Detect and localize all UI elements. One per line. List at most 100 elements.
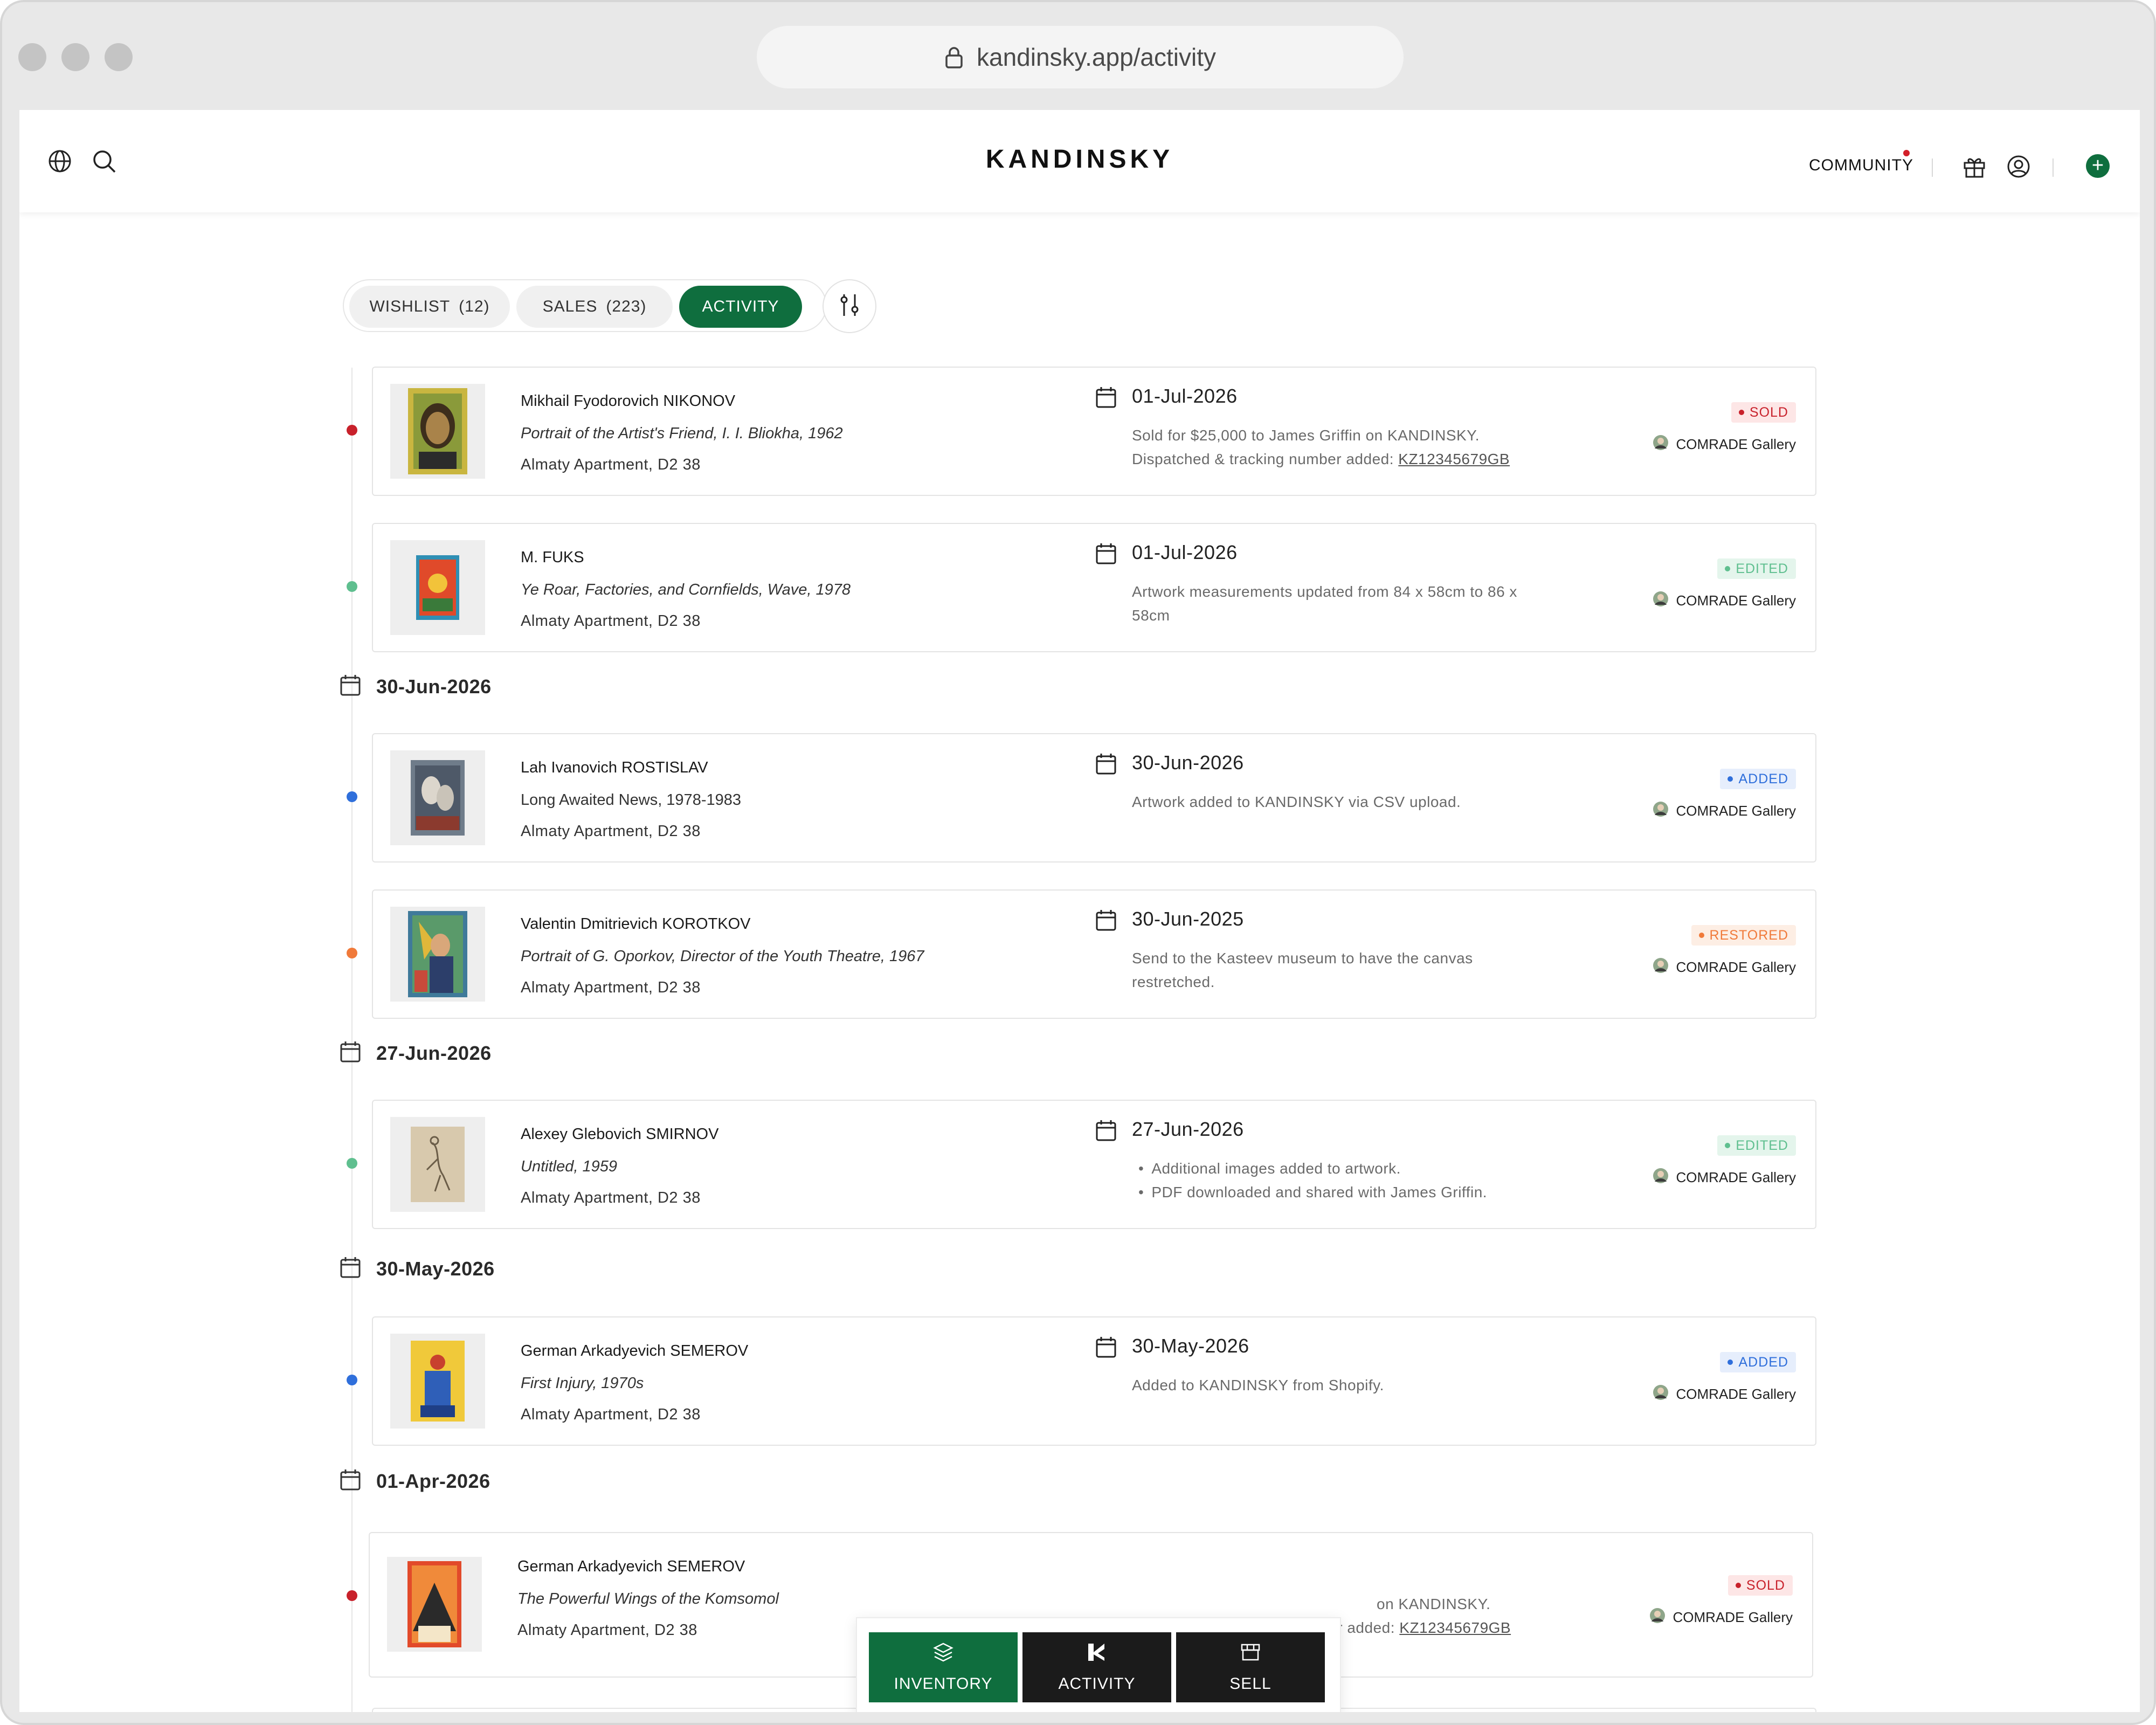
- artwork-location: Almaty Apartment, D2 38: [521, 456, 701, 473]
- group-date: 01-Apr-2026: [376, 1469, 490, 1492]
- gallery-avatar: [1653, 801, 1669, 821]
- status-badge: RESTORED: [1691, 925, 1796, 946]
- artwork-title: Untitled, 1959: [521, 1158, 617, 1175]
- community-link[interactable]: COMMUNITY: [1809, 156, 1913, 175]
- artwork-location: Almaty Apartment, D2 38: [521, 823, 701, 840]
- app-viewport: KANDINSKY COMMUNITY + WISHLIST (12) SALE…: [19, 110, 2140, 1712]
- gallery-tag[interactable]: COMRADE Gallery: [1653, 1168, 1796, 1188]
- artwork-thumbnail: [390, 384, 485, 479]
- event-description: Send to the Kasteev museum to have the c…: [1132, 950, 1473, 990]
- gallery-tag[interactable]: COMRADE Gallery: [1653, 801, 1796, 821]
- date-group-header: 30-Jun-2026: [340, 674, 492, 699]
- status-badge: EDITED: [1717, 1135, 1796, 1156]
- calendar-icon: [1095, 542, 1117, 568]
- artwork-title: Ye Roar, Factories, and Cornfields, Wave…: [521, 581, 851, 598]
- activity-card[interactable]: Valentin Dmitrievich KOROTKOV Portrait o…: [372, 889, 1816, 1019]
- window-zoom-button[interactable]: [105, 43, 133, 71]
- tracking-number-link[interactable]: KZ12345679GB: [1399, 1619, 1511, 1636]
- event-text: Dispatched & tracking number added:: [1132, 451, 1394, 467]
- event-description: Sold for $25,000 to James Griffin on KAN…: [1132, 424, 1563, 471]
- tab-count: (12): [459, 298, 490, 315]
- filter-button[interactable]: [823, 279, 876, 333]
- gallery-tag[interactable]: COMRADE Gallery: [1653, 591, 1796, 611]
- tab-label: ACTIVITY: [702, 298, 779, 315]
- activity-card[interactable]: Alexey Glebovich SMIRNOV Untitled, 1959 …: [372, 1100, 1816, 1229]
- event-date: 01-Jul-2026: [1132, 385, 1238, 407]
- artwork-thumbnail: [390, 750, 485, 845]
- artwork-thumbnail: [387, 1557, 482, 1652]
- tab-wishlist[interactable]: WISHLIST (12): [349, 286, 510, 328]
- activity-card[interactable]: Mikhail Fyodorovich NIKONOV Portrait of …: [372, 367, 1816, 496]
- artist-name: Valentin Dmitrievich KOROTKOV: [521, 915, 751, 933]
- top-bar: KANDINSKY COMMUNITY +: [19, 110, 2140, 212]
- tab-activity[interactable]: ACTIVITY: [679, 286, 802, 328]
- add-button[interactable]: +: [2086, 154, 2110, 178]
- gallery-name: COMRADE Gallery: [1676, 803, 1796, 819]
- gallery-name: COMRADE Gallery: [1676, 959, 1796, 975]
- timeline-dot: [347, 425, 357, 436]
- activity-card[interactable]: M. FUKS Ye Roar, Factories, and Cornfiel…: [372, 523, 1816, 652]
- artwork-thumbnail: [390, 1117, 485, 1212]
- status-badge: ADDED: [1720, 1352, 1796, 1372]
- status-badge: ADDED: [1720, 769, 1796, 789]
- gallery-name: COMRADE Gallery: [1676, 1169, 1796, 1185]
- artwork-title: Portrait of the Artist's Friend, I. I. B…: [521, 425, 843, 442]
- timeline-dot: [347, 1158, 357, 1169]
- timeline-dot: [347, 1375, 357, 1385]
- tracking-number-link[interactable]: KZ12345679GB: [1398, 451, 1510, 467]
- tab-label: WISHLIST: [369, 298, 451, 315]
- calendar-icon: [340, 1040, 361, 1066]
- address-bar[interactable]: kandinsky.app/activity: [757, 26, 1404, 88]
- gallery-tag[interactable]: COMRADE Gallery: [1653, 434, 1796, 454]
- timeline-dot: [347, 581, 357, 592]
- nav-inventory-button[interactable]: INVENTORY: [869, 1632, 1018, 1702]
- window-minimize-button[interactable]: [61, 43, 89, 71]
- calendar-icon: [1095, 386, 1117, 411]
- artwork-location: Almaty Apartment, D2 38: [521, 612, 701, 630]
- lock-icon: [944, 46, 964, 68]
- event-bullet: Additional images added to artwork.: [1138, 1157, 1570, 1181]
- event-date: 27-Jun-2026: [1132, 1118, 1244, 1140]
- status-badge: EDITED: [1717, 558, 1796, 579]
- tab-label: SALES: [542, 298, 598, 315]
- timeline-line: [351, 368, 353, 1712]
- gift-icon[interactable]: [1962, 154, 1987, 182]
- status-label: SOLD: [1749, 404, 1788, 420]
- status-label: ADDED: [1738, 771, 1788, 786]
- gallery-tag[interactable]: COMRADE Gallery: [1653, 1384, 1796, 1404]
- calendar-icon: [340, 1256, 361, 1281]
- timeline-dot: [347, 948, 357, 958]
- activity-card[interactable]: Lah Ivanovich ROSTISLAV Long Awaited New…: [372, 733, 1816, 862]
- sliders-icon: [838, 292, 861, 321]
- nav-sell-button[interactable]: SELL: [1176, 1632, 1325, 1702]
- artist-name: German Arkadyevich SEMEROV: [517, 1558, 745, 1575]
- date-group-header: 27-Jun-2026: [340, 1040, 492, 1066]
- nav-activity-button[interactable]: ACTIVITY: [1022, 1632, 1171, 1702]
- event-date: 30-Jun-2026: [1132, 751, 1244, 774]
- calendar-icon: [1095, 753, 1117, 778]
- calendar-icon: [1095, 1336, 1117, 1361]
- gallery-tag[interactable]: COMRADE Gallery: [1653, 957, 1796, 977]
- event-description: Artwork added to KANDINSKY via CSV uploa…: [1132, 794, 1461, 810]
- event-description: Added to KANDINSKY from Shopify.: [1132, 1377, 1384, 1393]
- gallery-tag[interactable]: COMRADE Gallery: [1649, 1607, 1793, 1627]
- gallery-name: COMRADE Gallery: [1673, 1609, 1793, 1625]
- artwork-title: The Powerful Wings of the Komsomol: [517, 1590, 779, 1607]
- tab-sales[interactable]: SALES (223): [516, 286, 673, 328]
- gallery-avatar: [1649, 1607, 1666, 1627]
- event-text: on KANDINSKY.: [1377, 1596, 1491, 1612]
- status-badge: SOLD: [1731, 402, 1796, 423]
- tab-count: (223): [606, 298, 647, 315]
- activity-card[interactable]: German Arkadyevich SEMEROV First Injury,…: [372, 1316, 1816, 1446]
- nav-label: ACTIVITY: [1058, 1675, 1136, 1693]
- event-date: 30-Jun-2025: [1132, 908, 1244, 930]
- store-icon: [1240, 1641, 1261, 1667]
- notification-dot: [1903, 150, 1910, 156]
- window-close-button[interactable]: [18, 43, 46, 71]
- account-icon[interactable]: [2006, 154, 2031, 182]
- event-description: Artwork measurements updated from 84 x 5…: [1132, 583, 1517, 624]
- date-group-header: 30-May-2026: [340, 1256, 495, 1281]
- calendar-icon: [340, 674, 361, 699]
- date-group-header: 01-Apr-2026: [340, 1468, 490, 1494]
- status-label: RESTORED: [1709, 927, 1788, 943]
